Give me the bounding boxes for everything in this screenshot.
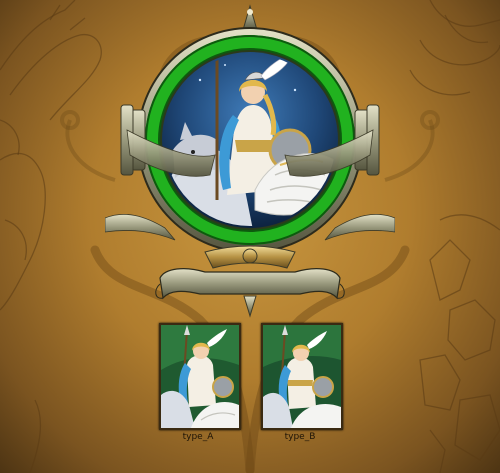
hero-portrait-frame <box>104 0 396 320</box>
variant-label-b: type_B <box>284 432 316 442</box>
valkyrie-portrait-b-icon <box>263 325 341 428</box>
valkyrie-portrait-a-icon <box>161 325 239 428</box>
variant-thumbnail-a[interactable] <box>159 323 241 430</box>
game-card-art-stage: type_A type_B <box>0 0 500 473</box>
variant-thumbnail-b[interactable] <box>261 323 343 430</box>
variant-label-a: type_A <box>182 432 214 442</box>
hero-portrait-frame-icon <box>104 4 396 318</box>
